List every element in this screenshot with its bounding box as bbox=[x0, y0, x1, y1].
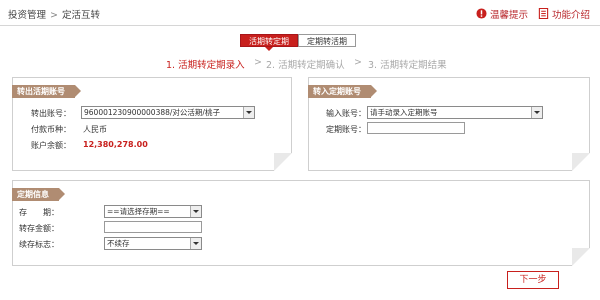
in-account-panel: 转入定期账号 输入账号： 请手动录入定期账号 定期账号： bbox=[308, 77, 590, 171]
tab-current-to-fixed[interactable]: 活期转定期 bbox=[240, 34, 298, 47]
page-header: 投资管理 > 定活互转 温馨提示 功能介绍 bbox=[0, 0, 600, 26]
intro-label: 功能介绍 bbox=[552, 9, 591, 21]
chevron-down-icon bbox=[531, 107, 542, 118]
breadcrumb-separator: > bbox=[50, 10, 58, 21]
input-account-value: 请手动录入定期账号 bbox=[370, 108, 438, 117]
amount-label: 转存金额： bbox=[19, 224, 59, 233]
renew-value: 不续存 bbox=[107, 239, 130, 248]
amount-input[interactable] bbox=[104, 221, 202, 233]
renew-select[interactable]: 不续存 bbox=[104, 237, 202, 250]
term-select[interactable]: ==请选择存期== bbox=[104, 205, 202, 218]
fixed-panel-title: 定期信息 bbox=[12, 188, 65, 201]
renew-label: 续存标志： bbox=[19, 240, 59, 249]
breadcrumb-parent[interactable]: 投资管理 bbox=[8, 7, 46, 21]
term-label: 存 期： bbox=[19, 208, 59, 217]
tips-link[interactable]: 温馨提示 bbox=[476, 7, 529, 21]
tips-label: 温馨提示 bbox=[490, 9, 529, 21]
currency-value: 人民币 bbox=[83, 125, 107, 134]
step-1: 1. 活期转定期录入 bbox=[166, 60, 245, 71]
out-account-select[interactable]: 960001230900000388/对公活期/桃子 bbox=[81, 106, 255, 119]
in-panel-title: 转入定期账号 bbox=[308, 85, 377, 98]
panel-corner-fold bbox=[274, 153, 292, 171]
input-account-label: 输入账号： bbox=[326, 109, 366, 118]
panel-corner-fold bbox=[572, 248, 590, 266]
step-3: 3. 活期转定期结果 bbox=[368, 60, 447, 71]
active-tab-pointer bbox=[265, 47, 273, 51]
term-value: ==请选择存期== bbox=[107, 207, 170, 216]
panel-corner-fold bbox=[572, 153, 590, 171]
chevron-down-icon bbox=[243, 107, 254, 118]
step-separator: > bbox=[354, 57, 362, 68]
out-account-label: 转出账号： bbox=[31, 109, 71, 118]
currency-label: 付款币种： bbox=[31, 125, 71, 134]
out-account-panel: 转出活期账号 转出账号： 960001230900000388/对公活期/桃子 … bbox=[12, 77, 292, 171]
input-account-select[interactable]: 请手动录入定期账号 bbox=[367, 106, 543, 119]
info-icon bbox=[476, 8, 487, 19]
chevron-down-icon bbox=[190, 238, 201, 249]
fixed-info-panel: 定期信息 存 期： ==请选择存期== 转存金额： 续存标志： 不续存 bbox=[12, 180, 590, 266]
out-account-value: 960001230900000388/对公活期/桃子 bbox=[84, 108, 220, 117]
step-2: 2. 活期转定期确认 bbox=[266, 60, 345, 71]
tab-fixed-to-current[interactable]: 定期转活期 bbox=[298, 34, 356, 47]
chevron-down-icon bbox=[190, 206, 201, 217]
fixed-account-label: 定期账号： bbox=[326, 125, 366, 134]
next-button[interactable]: 下一步 bbox=[507, 271, 559, 289]
breadcrumb-current: 定活互转 bbox=[61, 10, 100, 21]
step-separator: > bbox=[254, 57, 262, 68]
breadcrumb: 投资管理 > 定活互转 bbox=[8, 7, 100, 21]
intro-link[interactable]: 功能介绍 bbox=[538, 7, 591, 21]
document-icon bbox=[538, 8, 549, 19]
fixed-account-input[interactable] bbox=[367, 122, 465, 134]
out-panel-title: 转出活期账号 bbox=[12, 85, 81, 98]
balance-value: 12,380,278.00 bbox=[83, 140, 148, 149]
balance-label: 账户余额： bbox=[31, 141, 71, 150]
